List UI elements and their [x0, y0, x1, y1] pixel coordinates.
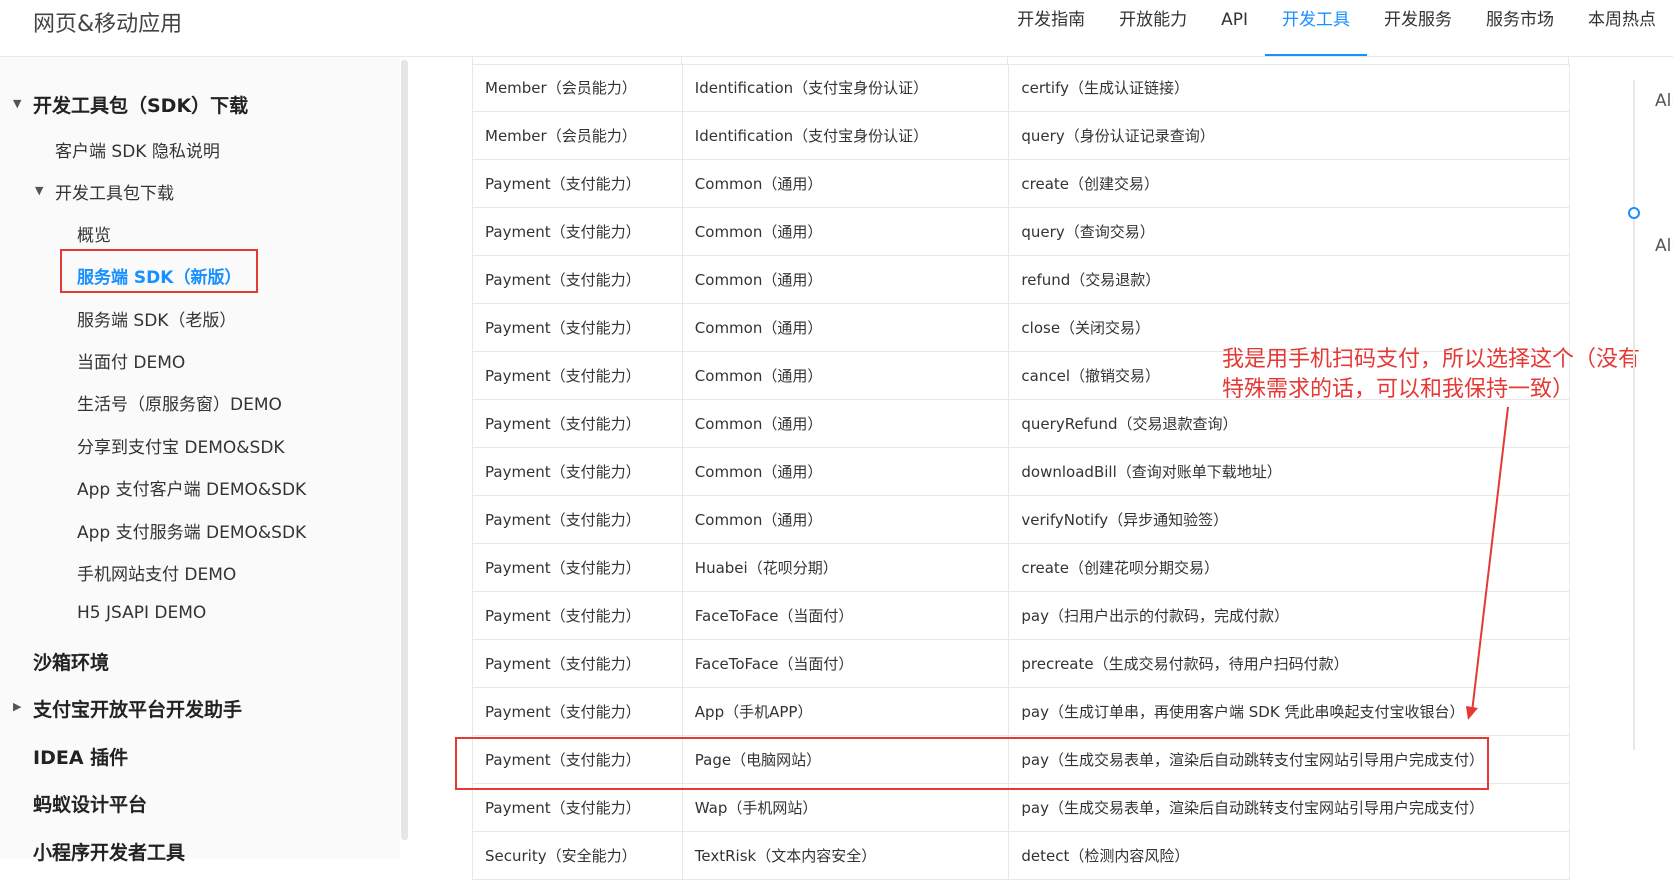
toc-active-dot-icon: [1628, 207, 1640, 219]
toc-item[interactable]: Ali: [1655, 91, 1673, 111]
annotation-arrow-icon: [1466, 406, 1509, 720]
toc-item[interactable]: Ali: [1655, 236, 1673, 256]
toc-rail: [1633, 80, 1635, 750]
